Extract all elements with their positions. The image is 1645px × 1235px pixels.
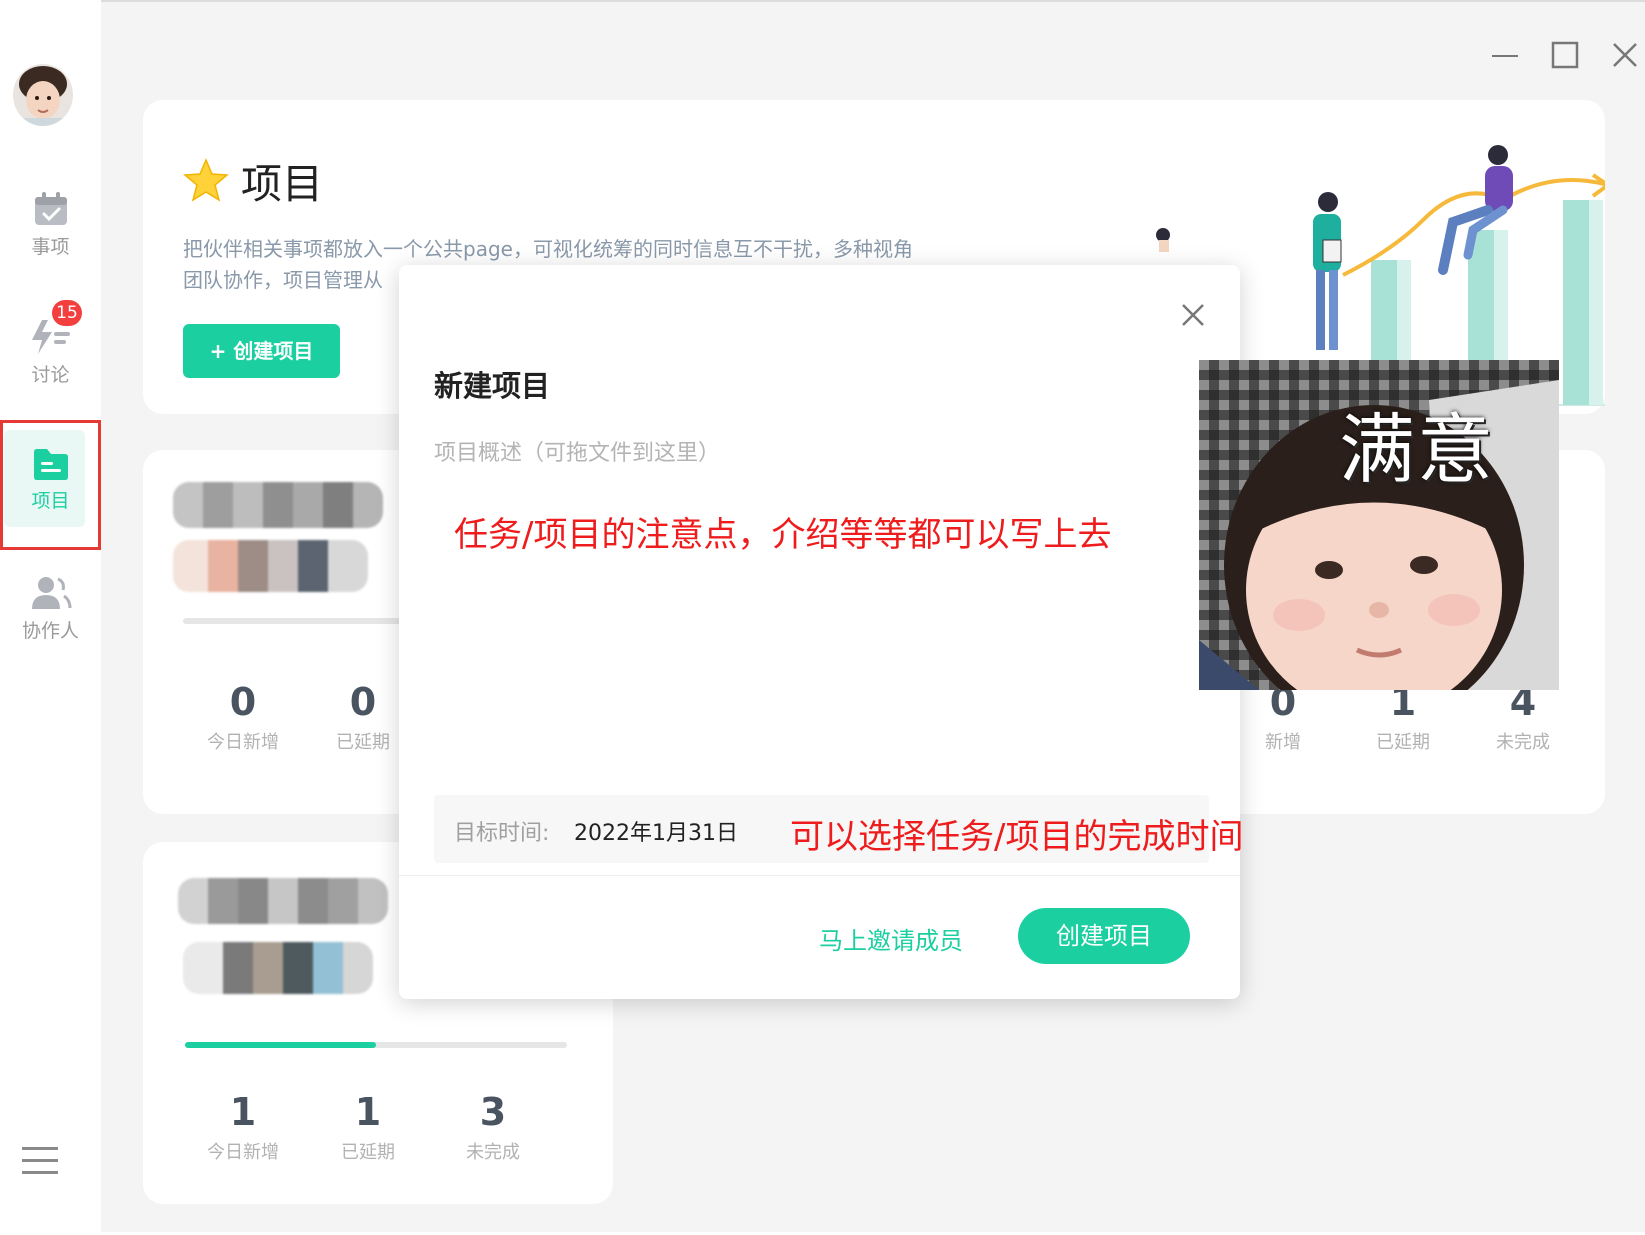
new-project-dialog: 新建项目 项目概述（可拖文件到这里） 任务/项目的注意点，介绍等等都可以写上去 …	[399, 265, 1243, 999]
annotation-description: 任务/项目的注意点，介绍等等都可以写上去	[454, 515, 1112, 555]
stat-incomplete: 3 未完成	[466, 1090, 520, 1163]
stat-today-new: 1 今日新增	[207, 1090, 279, 1163]
meme-sticker-text: 满意	[1339, 405, 1495, 494]
maximize-icon[interactable]	[1550, 40, 1580, 70]
hamburger-menu-icon[interactable]	[22, 1146, 58, 1176]
sidebar-item-label: 协作人	[21, 620, 79, 642]
project-progress-bar	[185, 1042, 567, 1048]
star-icon	[183, 158, 229, 202]
create-project-submit-button[interactable]: 创建项目	[1018, 908, 1190, 964]
calendar-check-icon	[34, 192, 67, 225]
people-icon	[31, 577, 71, 609]
project-description-input[interactable]: 项目概述（可拖文件到这里）	[434, 435, 720, 467]
stat-overdue: 1 已延期	[341, 1090, 395, 1163]
stat-incomplete-right: 4 未完成	[1496, 680, 1550, 753]
highlight-frame	[0, 420, 101, 550]
create-project-button[interactable]: + 创建项目	[183, 324, 340, 378]
close-icon[interactable]	[1610, 40, 1640, 70]
sidebar: 事项 讨论 15 项目 协作人	[0, 0, 101, 1232]
sidebar-item-discussion[interactable]: 讨论	[0, 318, 101, 387]
member-avatars-pixelated	[183, 942, 373, 994]
page-title: 项目	[183, 150, 323, 210]
minimize-icon[interactable]	[1490, 40, 1520, 70]
project-name-pixelated	[173, 482, 383, 528]
notification-badge: 15	[52, 300, 82, 326]
project-progress-fill	[185, 1042, 376, 1048]
sidebar-item-tasks[interactable]: 事项	[0, 190, 101, 259]
dialog-divider	[399, 875, 1240, 876]
sidebar-item-label: 讨论	[31, 364, 70, 386]
page-title-text: 项目	[241, 160, 323, 208]
stat-today-new-right: 0 新增	[1265, 680, 1301, 753]
annotation-date: 可以选择任务/项目的完成时间	[790, 817, 1244, 857]
dialog-title: 新建项目	[434, 369, 551, 403]
close-icon[interactable]	[1178, 300, 1208, 330]
meme-sticker: 满意	[1199, 360, 1559, 690]
target-date-value[interactable]: 2022年1月31日	[574, 815, 738, 847]
project-name-pixelated	[178, 878, 388, 924]
target-date-field[interactable]: 目标时间: 2022年1月31日 可以选择任务/项目的完成时间	[434, 795, 1243, 863]
member-avatars-pixelated	[173, 540, 368, 592]
target-date-label: 目标时间:	[454, 821, 550, 846]
sidebar-item-label: 事项	[31, 236, 70, 258]
invite-members-link[interactable]: 马上邀请成员	[819, 921, 963, 956]
avatar[interactable]	[13, 64, 73, 126]
stat-overdue-right: 1 已延期	[1376, 680, 1430, 753]
stat-today-new: 0 今日新增	[207, 680, 279, 753]
sidebar-item-collaborators[interactable]: 协作人	[0, 574, 101, 643]
